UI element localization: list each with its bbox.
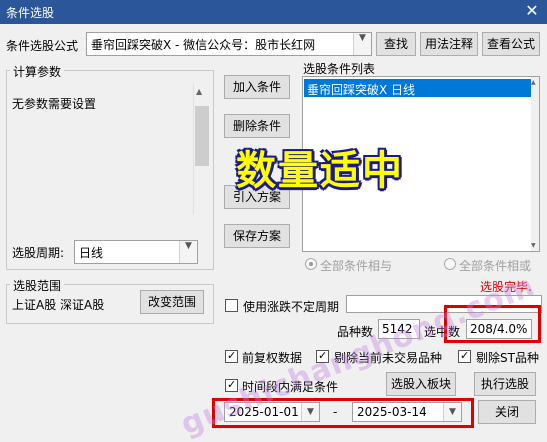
range-group-title: 选股范围 (10, 277, 65, 294)
to-block-button[interactable]: 选股入板块 (386, 372, 456, 396)
period-label: 选股周期: (12, 246, 65, 260)
params-text: 无参数需要设置 (12, 97, 97, 111)
usage-button[interactable]: 用法注释 (420, 32, 478, 56)
overlay-caption: 数量适中 (236, 148, 404, 194)
params-group-title: 计算参数 (10, 63, 65, 80)
logic-or-radio[interactable] (444, 258, 456, 270)
scroll-down-icon[interactable]: ▼ (531, 242, 536, 249)
scroll-up-icon[interactable]: ▲ (196, 87, 202, 96)
conditions-list-item[interactable]: 垂帘回踩突破X 日线 (304, 79, 532, 97)
formula-label: 条件选股公式 (6, 39, 79, 53)
formula-select-value: 垂帘回踩突破X - 微信公众号：股市长红网 (91, 38, 316, 52)
range-value: 上证A股 深证A股 (12, 298, 105, 312)
add-condition-button[interactable]: 加入条件 (224, 75, 290, 99)
scroll-up-icon[interactable]: ▲ (531, 79, 536, 86)
params-scrollbar[interactable]: ▲ (193, 84, 210, 214)
exclude-st-label: 剔除ST品种 (476, 351, 539, 365)
conditions-title: 选股条件列表 (303, 62, 376, 76)
chevron-down-icon[interactable]: ▼ (353, 33, 371, 55)
chevron-down-icon[interactable]: ▼ (179, 241, 197, 263)
exclude-st-checkbox[interactable] (458, 349, 471, 363)
close-button[interactable]: 关闭 (478, 400, 536, 424)
execute-button[interactable]: 执行选股 (474, 372, 536, 396)
period-select[interactable]: 日线 ▼ (74, 240, 198, 264)
save-scheme-button[interactable]: 保存方案 (224, 224, 290, 248)
remove-condition-button[interactable]: 删除条件 (224, 114, 290, 138)
condition-item-label: 垂帘回踩突破X 日线 (307, 83, 416, 97)
title-bar: 条件选股 ✕ (0, 0, 547, 24)
volatile-period-label: 使用涨跌不定周期 (243, 300, 340, 314)
logic-and-radio[interactable] (305, 258, 317, 270)
window-title: 条件选股 (6, 6, 55, 20)
volatile-period-checkbox[interactable] (225, 299, 238, 312)
view-formula-button[interactable]: 查看公式 (482, 32, 540, 56)
scroll-thumb[interactable] (195, 106, 209, 166)
logic-and-label: 全部条件相与 (320, 259, 393, 273)
find-button[interactable]: 查找 (376, 32, 416, 56)
adjust-checkbox[interactable] (225, 349, 238, 363)
close-icon[interactable]: ✕ (521, 1, 543, 21)
formula-select[interactable]: 垂帘回踩突破X - 微信公众号：股市长红网 ▼ (86, 32, 372, 56)
conditions-scrollbar[interactable]: ▲ ▼ (531, 77, 539, 251)
period-select-value: 日线 (79, 246, 104, 260)
change-range-button[interactable]: 改变范围 (140, 290, 204, 314)
